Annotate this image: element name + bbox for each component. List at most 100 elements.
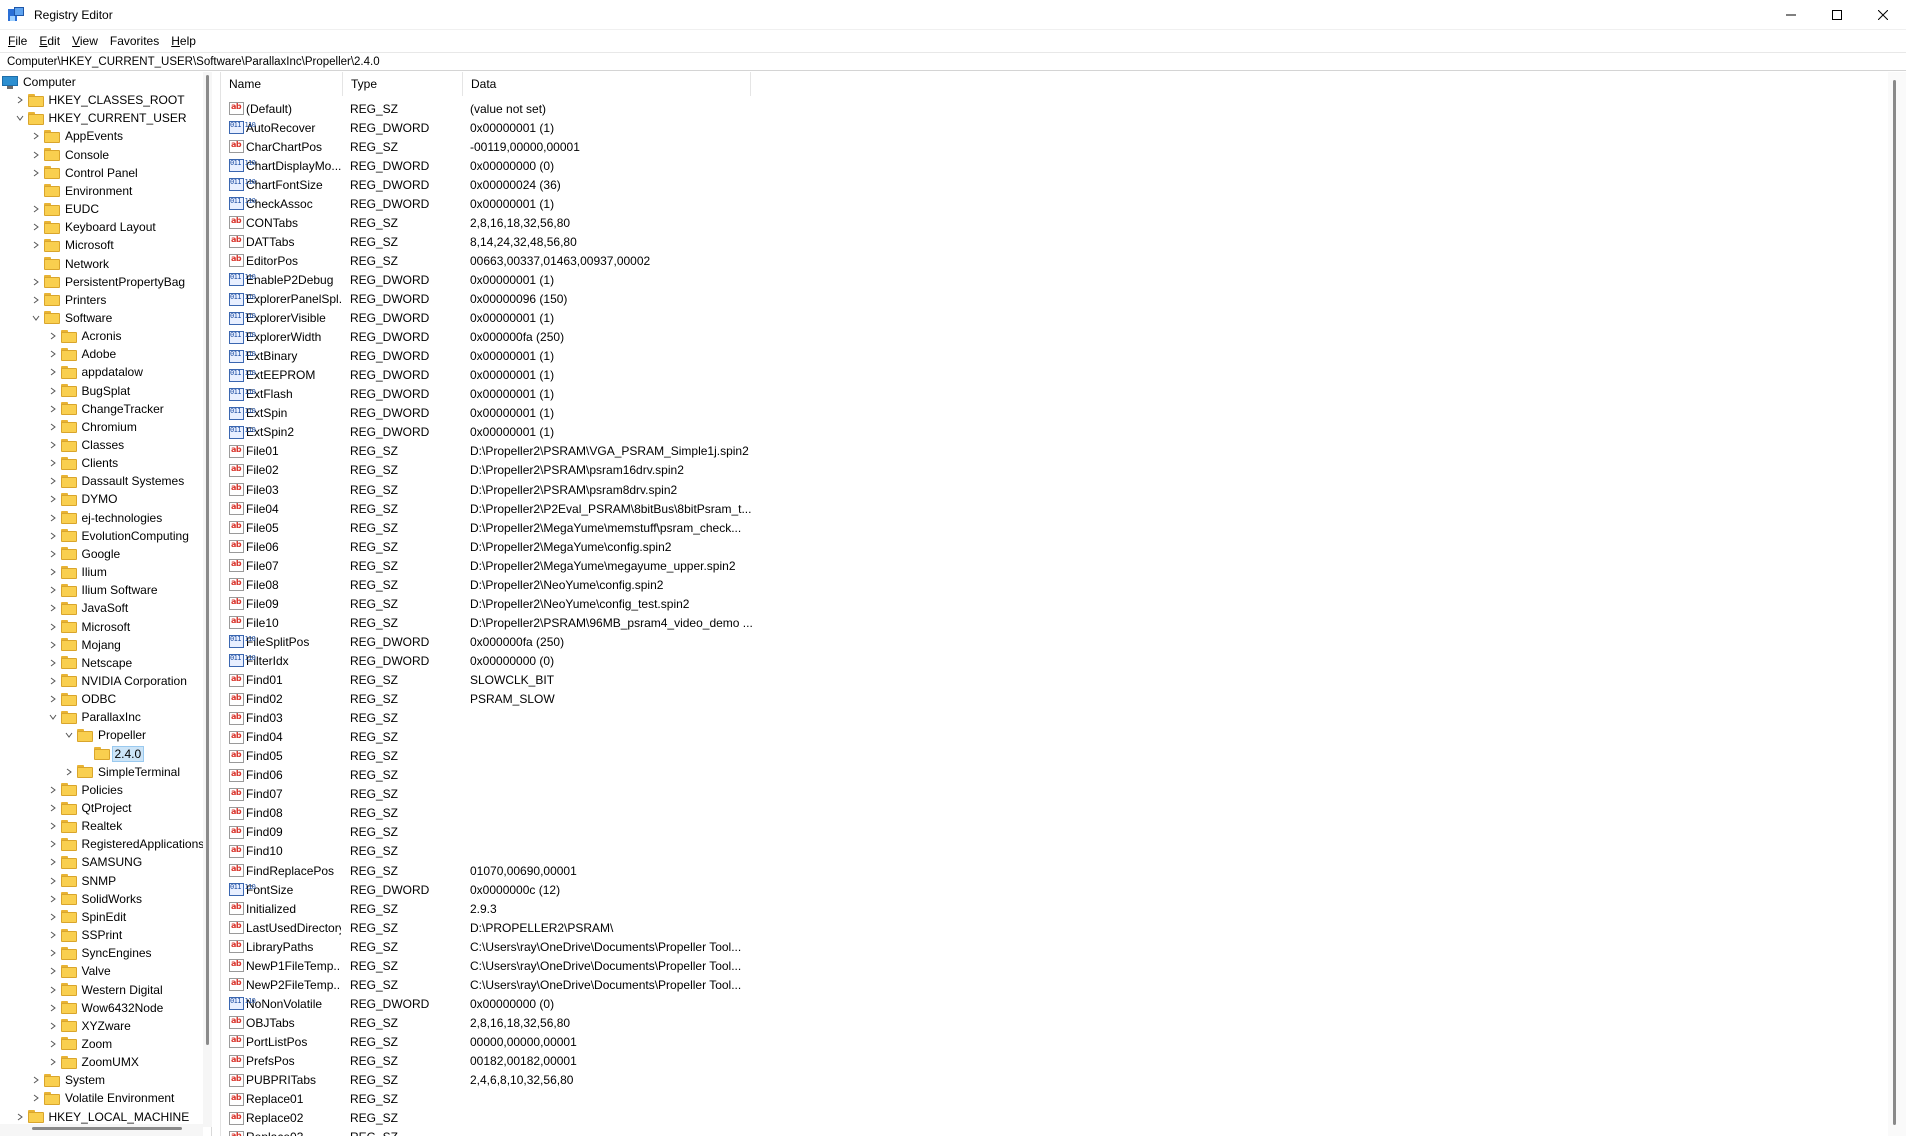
chevron-right-icon[interactable]	[47, 1038, 59, 1050]
chevron-right-icon[interactable]	[30, 203, 42, 215]
tree-item[interactable]: ej-technologies	[47, 509, 162, 527]
tree-item[interactable]: 2.4.0	[80, 745, 145, 763]
chevron-right-icon[interactable]	[30, 239, 42, 251]
chevron-right-icon[interactable]	[30, 276, 42, 288]
values-list-pane[interactable]: Name Type Data ab (Default) REG_SZ (value n…	[220, 72, 1906, 1136]
value-row[interactable]: ab Replace01 REG_SZ	[221, 1090, 761, 1109]
menu-edit[interactable]: Edit	[33, 32, 66, 50]
tree-item[interactable]: EvolutionComputing	[47, 527, 189, 545]
tree-item[interactable]: Adobe	[47, 345, 116, 363]
value-row[interactable]: ab Find08 REG_SZ	[221, 804, 761, 823]
value-row[interactable]: ab CharChartPos REG_SZ -00119,00000,00001	[221, 137, 761, 156]
chevron-right-icon[interactable]	[47, 475, 59, 487]
chevron-right-icon[interactable]	[47, 657, 59, 669]
tree-item[interactable]: Console	[30, 146, 109, 164]
chevron-right-icon[interactable]	[47, 1020, 59, 1032]
chevron-right-icon[interactable]	[47, 1056, 59, 1068]
chevron-right-icon[interactable]	[47, 675, 59, 687]
chevron-right-icon[interactable]	[47, 330, 59, 342]
chevron-right-icon[interactable]	[63, 766, 75, 778]
values-vertical-scrollbar[interactable]	[1888, 72, 1906, 1136]
chevron-right-icon[interactable]	[47, 784, 59, 796]
value-row[interactable]: ab File01 REG_SZ D:\Propeller2\PSRAM\VGA_PS…	[221, 442, 761, 461]
pane-splitter[interactable]	[212, 72, 220, 1136]
chevron-right-icon[interactable]	[30, 1092, 42, 1104]
value-row[interactable]: ab File10 REG_SZ D:\Propeller2\PSRAM\96MB_p…	[221, 613, 761, 632]
chevron-right-icon[interactable]	[30, 1074, 42, 1086]
tree-item[interactable]: Wow6432Node	[47, 999, 163, 1017]
value-row[interactable]: ab File06 REG_SZ D:\Propeller2\MegaYume\con…	[221, 537, 761, 556]
chevron-right-icon[interactable]	[47, 621, 59, 633]
chevron-right-icon[interactable]	[47, 548, 59, 560]
value-row[interactable]: ab Find02 REG_SZ PSRAM_SLOW	[221, 690, 761, 709]
tree-item[interactable]: BugSplat	[47, 382, 130, 400]
tree-item[interactable]: ODBC	[47, 690, 116, 708]
tree-item[interactable]: DYMO	[47, 490, 118, 508]
close-button[interactable]	[1860, 0, 1906, 30]
chevron-down-icon[interactable]	[63, 729, 75, 741]
column-header-data[interactable]: Data	[463, 72, 751, 96]
value-row[interactable]: 011 110 ExplorerWidth REG_DWORD 0x000000fa …	[221, 328, 761, 347]
tree-item[interactable]: SSPrint	[47, 926, 122, 944]
value-row[interactable]: 011 110 ChartFontSize REG_DWORD 0x00000024 …	[221, 175, 761, 194]
value-row[interactable]: ab OBJTabs REG_SZ 2,8,16,18,32,56,80	[221, 1013, 761, 1032]
tree-item[interactable]: Control Panel	[30, 164, 138, 182]
chevron-right-icon[interactable]	[47, 893, 59, 905]
value-row[interactable]: 011 110 ExtSpin REG_DWORD 0x00000001 (1)	[221, 404, 761, 423]
chevron-right-icon[interactable]	[47, 385, 59, 397]
tree-item[interactable]: Computer	[2, 73, 76, 91]
value-row[interactable]: ab Find04 REG_SZ	[221, 728, 761, 747]
values-scroll-thumb[interactable]	[1893, 80, 1896, 1125]
value-row[interactable]: 011 110 ExtFlash REG_DWORD 0x00000001 (1)	[221, 385, 761, 404]
tree-item[interactable]: HKEY_LOCAL_MACHINE	[14, 1108, 189, 1126]
tree-item[interactable]: Netscape	[47, 654, 132, 672]
value-row[interactable]: 011 110 ExtSpin2 REG_DWORD 0x00000001 (1)	[221, 423, 761, 442]
chevron-right-icon[interactable]	[47, 947, 59, 959]
tree-item[interactable]: ParallaxInc	[47, 708, 141, 726]
value-row[interactable]: ab Replace03 REG_SZ	[221, 1128, 761, 1136]
tree-hscroll-thumb[interactable]	[32, 1127, 182, 1130]
tree-item[interactable]: Propeller	[63, 726, 146, 744]
chevron-right-icon[interactable]	[30, 294, 42, 306]
tree-item[interactable]: AppEvents	[30, 127, 123, 145]
chevron-right-icon[interactable]	[47, 421, 59, 433]
value-row[interactable]: ab NewP2FileTemp... REG_SZ C:\Users\ray\One…	[221, 975, 761, 994]
tree-item[interactable]: RegisteredApplications	[47, 835, 204, 853]
value-row[interactable]: ab (Default) REG_SZ (value not set)	[221, 99, 761, 118]
value-row[interactable]: ab LastUsedDirectory REG_SZ D:\PROPELLER2\P…	[221, 918, 761, 937]
value-row[interactable]: ab File09 REG_SZ D:\Propeller2\NeoYume\conf…	[221, 594, 761, 613]
menu-help[interactable]: Help	[165, 32, 202, 50]
tree-item[interactable]: Ilium	[47, 563, 107, 581]
tree-item[interactable]: System	[30, 1071, 105, 1089]
chevron-right-icon[interactable]	[47, 348, 59, 360]
tree-item[interactable]: SAMSUNG	[47, 853, 142, 871]
chevron-right-icon[interactable]	[47, 366, 59, 378]
chevron-down-icon[interactable]	[14, 112, 26, 124]
tree-item[interactable]: Volatile Environment	[30, 1089, 174, 1107]
chevron-right-icon[interactable]	[30, 130, 42, 142]
tree-item[interactable]: SimpleTerminal	[63, 763, 180, 781]
chevron-right-icon[interactable]	[47, 439, 59, 451]
chevron-right-icon[interactable]	[47, 911, 59, 923]
value-row[interactable]: ab Find07 REG_SZ	[221, 785, 761, 804]
value-row[interactable]: ab Find10 REG_SZ	[221, 842, 761, 861]
value-row[interactable]: ab Find06 REG_SZ	[221, 766, 761, 785]
chevron-right-icon[interactable]	[47, 929, 59, 941]
tree-item[interactable]: EUDC	[30, 200, 99, 218]
key-tree-pane[interactable]: Computer HKEY_CLASSES_ROOT HKEY_CURRENT_US…	[0, 72, 212, 1136]
tree-item[interactable]: Western Digital	[47, 981, 163, 999]
tree-item[interactable]: Dassault Systemes	[47, 472, 184, 490]
tree-item[interactable]: XYZware	[47, 1017, 131, 1035]
value-row[interactable]: ab FindReplacePos REG_SZ 01070,00690,00001	[221, 861, 761, 880]
value-row[interactable]: ab File05 REG_SZ D:\Propeller2\MegaYume\mem…	[221, 518, 761, 537]
chevron-right-icon[interactable]	[47, 566, 59, 578]
value-row[interactable]: 011 110 ExtEEPROM REG_DWORD 0x00000001 (1)	[221, 366, 761, 385]
tree-item[interactable]: appdatalow	[47, 363, 143, 381]
value-row[interactable]: ab PrefsPos REG_SZ 00182,00182,00001	[221, 1052, 761, 1071]
maximize-button[interactable]	[1814, 0, 1860, 30]
tree-item[interactable]: Software	[30, 309, 112, 327]
value-row[interactable]: 011 110 ExplorerVisible REG_DWORD 0x0000000…	[221, 309, 761, 328]
chevron-right-icon[interactable]	[47, 693, 59, 705]
chevron-down-icon[interactable]	[47, 711, 59, 723]
chevron-right-icon[interactable]	[47, 602, 59, 614]
